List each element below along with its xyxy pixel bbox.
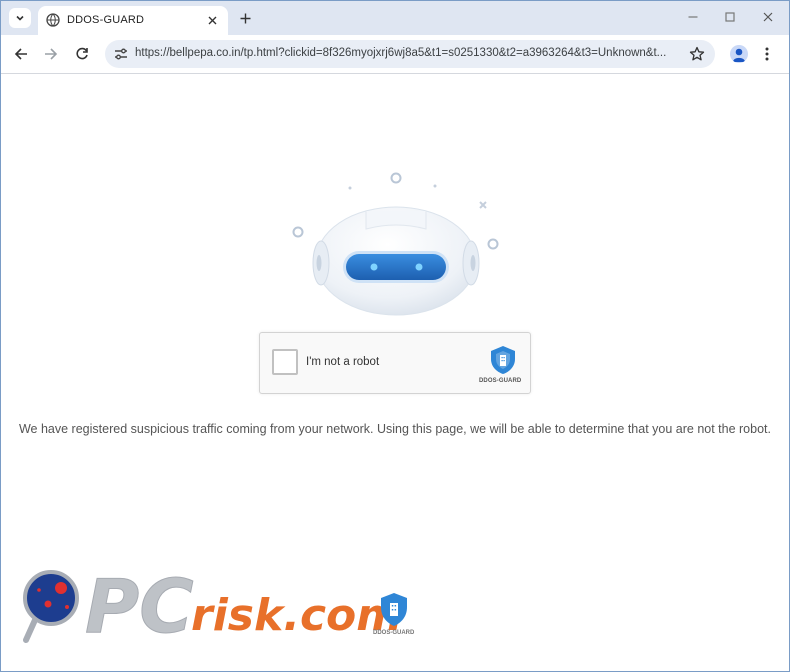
browser-toolbar: https://bellpepa.co.in/tp.html?clickid=8… xyxy=(1,35,789,74)
captcha-label: I'm not a robot xyxy=(306,356,380,368)
browser-menu-button[interactable] xyxy=(760,45,774,63)
shield-icon xyxy=(491,346,515,374)
minimize-icon xyxy=(688,16,698,18)
tab-title: DDOS-GUARD xyxy=(67,14,145,26)
watermark-brand-text: risk.com xyxy=(191,590,402,641)
browser-window: DDOS-GUARD https://bellpepa.co.in/tp.htm… xyxy=(0,0,790,672)
reload-icon xyxy=(76,47,88,60)
more-vertical-icon xyxy=(765,47,769,61)
close-icon xyxy=(763,12,773,22)
arrow-left-icon xyxy=(14,48,27,60)
maximize-button[interactable] xyxy=(722,9,738,25)
close-icon xyxy=(208,16,216,24)
person-icon xyxy=(733,48,745,62)
watermark-shield-text: DDOS-GUARD xyxy=(373,630,415,636)
pcrisk-watermark: PC risk.com xyxy=(23,564,402,651)
svg-text:PC: PC xyxy=(85,564,194,650)
forward-button[interactable] xyxy=(42,45,60,63)
site-settings-icon[interactable] xyxy=(113,46,129,62)
maximize-icon xyxy=(725,12,735,22)
tab-strip: DDOS-GUARD xyxy=(1,1,789,35)
url-text: https://bellpepa.co.in/tp.html?clickid=8… xyxy=(135,47,667,59)
tab-active[interactable]: DDOS-GUARD xyxy=(38,6,228,35)
globe-icon xyxy=(46,13,60,27)
tab-close-button[interactable] xyxy=(204,12,220,28)
star-icon[interactable] xyxy=(689,46,705,62)
profile-avatar[interactable] xyxy=(730,45,748,63)
reload-button[interactable] xyxy=(73,45,91,63)
plus-icon xyxy=(240,13,250,23)
info-message: We have registered suspicious traffic co… xyxy=(18,422,771,436)
chevron-down-icon xyxy=(16,15,24,21)
captcha-widget: I'm not a robot DDOS-GUARD xyxy=(259,332,531,394)
shield-icon xyxy=(381,593,407,626)
tab-search-button[interactable] xyxy=(9,8,31,28)
close-window-button[interactable] xyxy=(760,9,776,25)
arrow-right-icon xyxy=(45,48,58,60)
page-content: I'm not a robot DDOS-GUARD We have regis… xyxy=(1,74,789,671)
minimize-button[interactable] xyxy=(685,9,701,25)
captcha-brand: DDOS-GUARD xyxy=(479,378,522,384)
robot-illustration xyxy=(292,172,499,316)
new-tab-button[interactable] xyxy=(237,10,253,26)
back-button[interactable] xyxy=(12,45,30,63)
captcha-checkbox[interactable] xyxy=(272,349,298,375)
address-bar[interactable]: https://bellpepa.co.in/tp.html?clickid=8… xyxy=(105,40,715,68)
